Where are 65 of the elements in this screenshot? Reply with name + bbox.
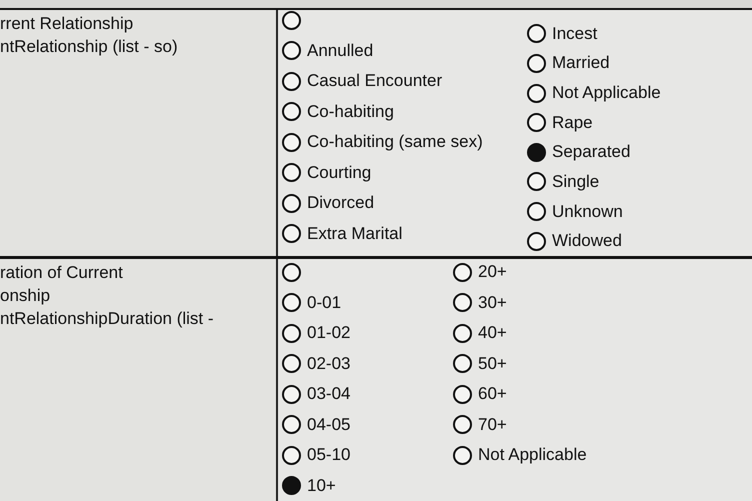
- radio-button[interactable]: [282, 446, 301, 465]
- option-label: 20+: [478, 262, 507, 282]
- radio-button[interactable]: [527, 172, 546, 192]
- radio-button[interactable]: [282, 224, 301, 244]
- radio-button[interactable]: [282, 72, 301, 91]
- radio-button[interactable]: [282, 354, 301, 374]
- radio-button[interactable]: [282, 163, 301, 182]
- option-label: 0-01: [307, 292, 342, 313]
- radio-button[interactable]: [282, 194, 301, 213]
- field-label: rrent Relationship: [0, 13, 134, 35]
- radio-button[interactable]: [453, 262, 472, 282]
- radio-button[interactable]: [282, 41, 301, 60]
- radio-button[interactable]: [282, 262, 301, 282]
- option-label: Casual Encounter: [307, 71, 442, 92]
- option-label: 01-02: [307, 323, 350, 344]
- option-label: 03-04: [307, 384, 350, 404]
- field-label: ntRelationship (list - so): [0, 36, 179, 58]
- field-label: ntRelationshipDuration (list -: [0, 308, 215, 330]
- field-label: onship: [0, 285, 52, 307]
- radio-button[interactable]: [527, 84, 546, 103]
- radio-button[interactable]: [527, 24, 546, 44]
- option-label: 60+: [478, 384, 507, 404]
- radio-button[interactable]: [282, 132, 301, 152]
- option-label: Divorced: [307, 193, 374, 214]
- option-label: Separated: [552, 142, 630, 162]
- option-label: Not Applicable: [478, 445, 587, 466]
- radio-button[interactable]: [282, 293, 301, 312]
- option-label: 40+: [478, 323, 507, 344]
- option-label: Single: [552, 172, 600, 192]
- option-label: Rape: [552, 112, 593, 133]
- radio-button[interactable]: [453, 446, 472, 465]
- option-label: 50+: [478, 354, 507, 374]
- radio-button[interactable]: [282, 384, 301, 404]
- radio-button[interactable]: [453, 293, 472, 312]
- radio-button[interactable]: [282, 476, 301, 496]
- option-label: Widowed: [552, 231, 622, 252]
- option-label: 04-05: [307, 414, 350, 435]
- radio-button[interactable]: [282, 415, 301, 434]
- option-label: 30+: [478, 292, 507, 313]
- option-label: Annulled: [307, 40, 374, 61]
- radio-button[interactable]: [282, 102, 301, 122]
- radio-button[interactable]: [527, 54, 546, 73]
- field-label: ration of Current: [0, 262, 124, 284]
- radio-button[interactable]: [527, 232, 546, 251]
- option-label: Extra Marital: [307, 224, 402, 244]
- radio-button[interactable]: [282, 10, 301, 30]
- option-label: Co-habiting: [307, 102, 394, 122]
- radio-button[interactable]: [453, 354, 472, 374]
- option-label: Not Applicable: [552, 83, 661, 104]
- option-label: Courting: [307, 162, 372, 183]
- radio-button[interactable]: [453, 384, 472, 404]
- option-label: Incest: [552, 24, 598, 44]
- radio-button[interactable]: [527, 202, 546, 222]
- option-label: 02-03: [307, 354, 350, 374]
- radio-button[interactable]: [453, 324, 472, 343]
- radio-button[interactable]: [527, 113, 546, 132]
- option-label: Married: [552, 53, 610, 74]
- option-label: 70+: [478, 414, 507, 435]
- radio-button[interactable]: [282, 324, 301, 343]
- option-label: Co-habiting (same sex): [307, 132, 483, 152]
- radio-button[interactable]: [453, 415, 472, 434]
- radio-button[interactable]: [527, 142, 546, 162]
- option-label: Unknown: [552, 202, 623, 222]
- option-label: 05-10: [307, 445, 350, 466]
- option-label: 10+: [307, 476, 336, 496]
